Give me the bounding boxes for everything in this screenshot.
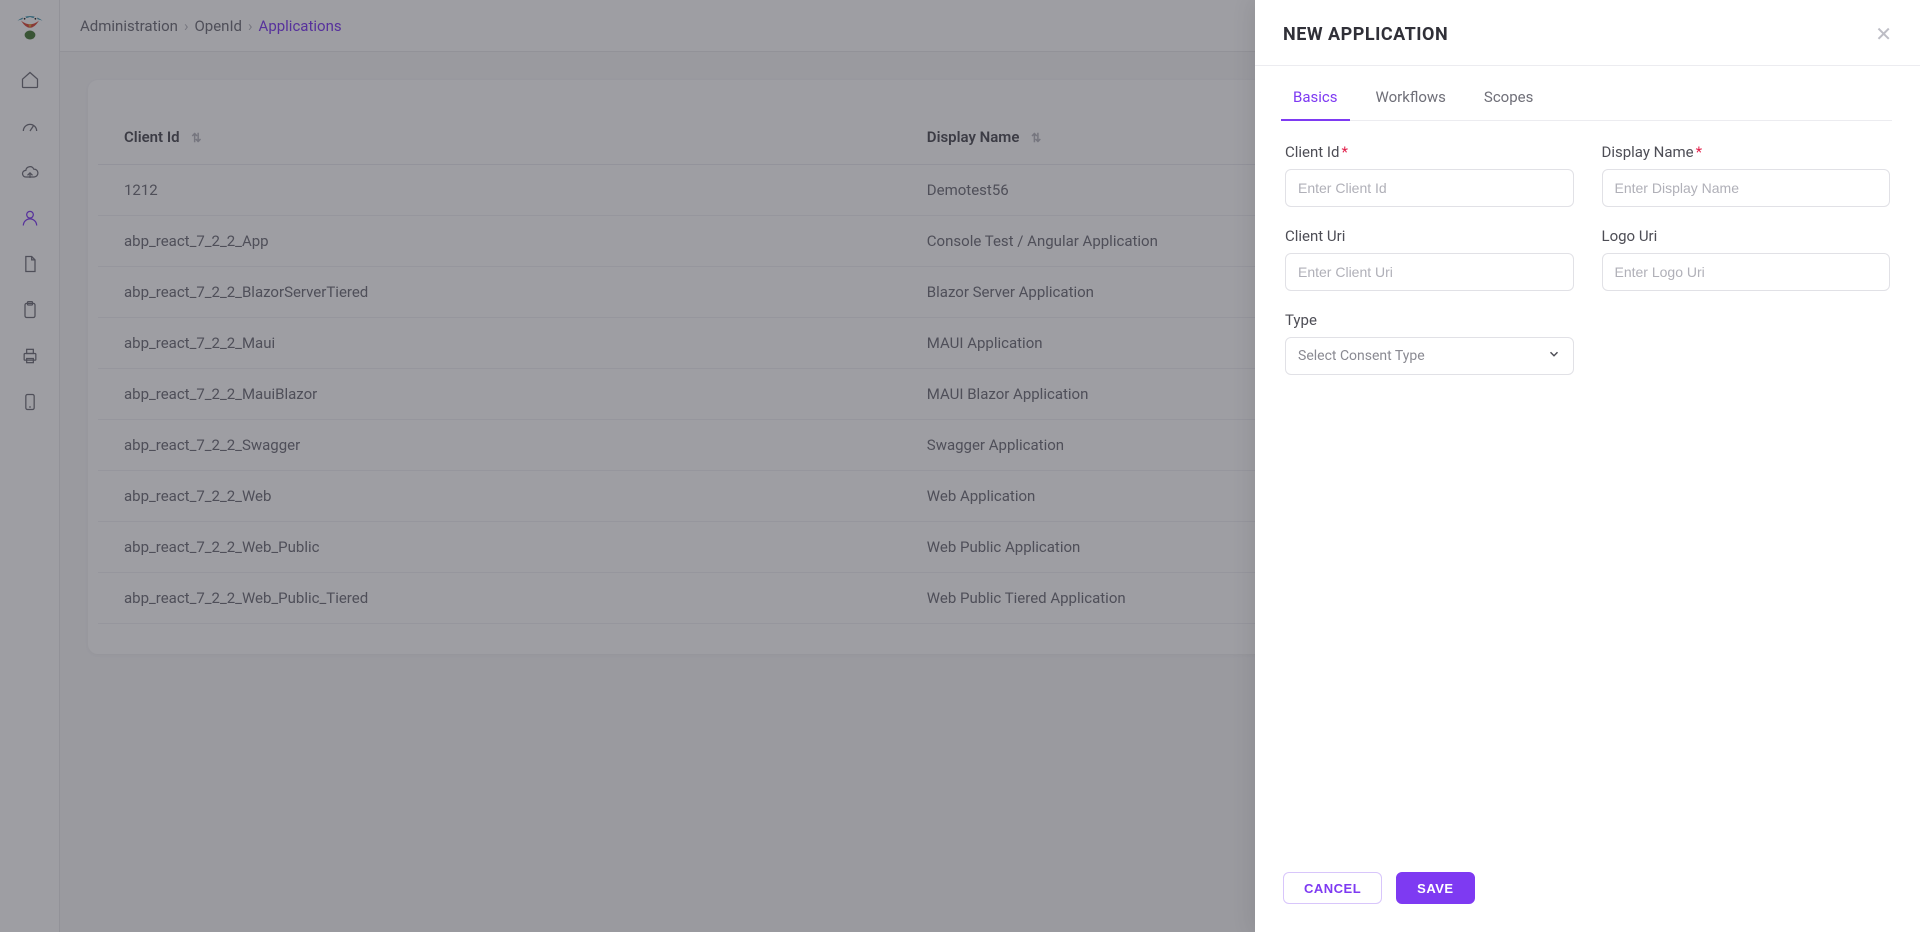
field-client-id: Client Id* — [1285, 143, 1574, 207]
drawer-footer: CANCEL SAVE — [1255, 852, 1920, 932]
label: Display Name* — [1602, 143, 1891, 161]
label: Client Id* — [1285, 143, 1574, 161]
close-icon[interactable]: ✕ — [1875, 22, 1892, 47]
tab-workflows[interactable]: Workflows — [1376, 88, 1446, 120]
field-display-name: Display Name* — [1602, 143, 1891, 207]
label: Client Uri — [1285, 227, 1574, 245]
type-select[interactable]: Select Consent Type — [1285, 337, 1574, 375]
logo-uri-input[interactable] — [1602, 253, 1891, 291]
client-uri-input[interactable] — [1285, 253, 1574, 291]
field-type: Type Select Consent Type — [1285, 311, 1574, 375]
tab-basics[interactable]: Basics — [1293, 88, 1338, 120]
display-name-input[interactable] — [1602, 169, 1891, 207]
new-application-drawer: NEW APPLICATION ✕ Basics Workflows Scope… — [1255, 0, 1920, 932]
tabs: Basics Workflows Scopes — [1283, 66, 1892, 121]
label-text: Display Name — [1602, 143, 1694, 161]
required-mark: * — [1341, 143, 1347, 161]
drawer-title: NEW APPLICATION — [1283, 24, 1448, 45]
cancel-button[interactable]: CANCEL — [1283, 872, 1382, 904]
required-mark: * — [1696, 143, 1702, 161]
chevron-down-icon — [1547, 347, 1561, 365]
drawer-body: Basics Workflows Scopes Client Id* Displ… — [1255, 66, 1920, 852]
select-placeholder: Select Consent Type — [1298, 348, 1425, 364]
label-text: Client Id — [1285, 143, 1339, 161]
label: Type — [1285, 311, 1574, 329]
field-logo-uri: Logo Uri — [1602, 227, 1891, 291]
field-client-uri: Client Uri — [1285, 227, 1574, 291]
tab-scopes[interactable]: Scopes — [1484, 88, 1533, 120]
client-id-input[interactable] — [1285, 169, 1574, 207]
label: Logo Uri — [1602, 227, 1891, 245]
save-button[interactable]: SAVE — [1396, 872, 1474, 904]
drawer-header: NEW APPLICATION ✕ — [1255, 0, 1920, 66]
form: Client Id* Display Name* Client Uri Logo… — [1283, 121, 1892, 397]
